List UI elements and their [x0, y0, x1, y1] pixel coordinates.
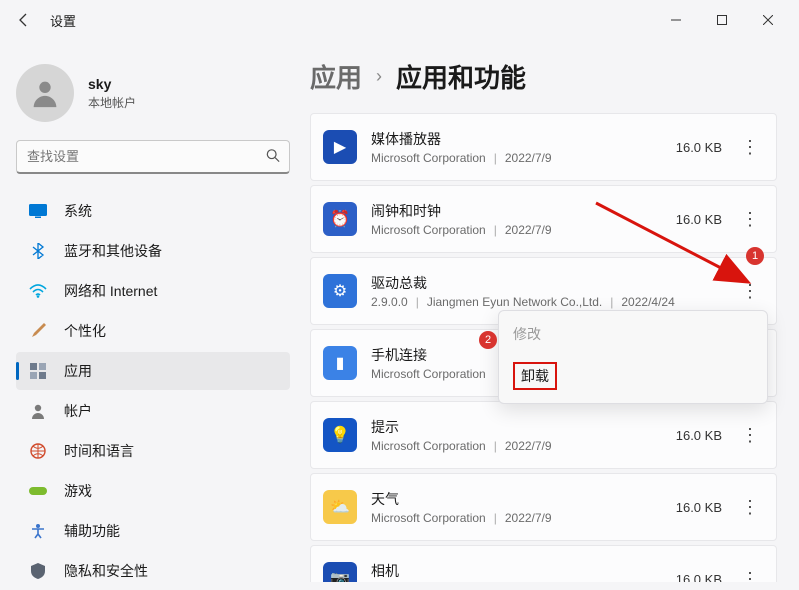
menu-item-uninstall[interactable]: 卸载 [503, 353, 763, 399]
sidebar-item-bluetooth[interactable]: 蓝牙和其他设备 [16, 232, 290, 270]
app-icon: ⛅ [323, 490, 357, 524]
app-icon: ⏰ [323, 202, 357, 236]
sidebar-item-label: 网络和 Internet [64, 281, 157, 301]
sidebar-item-account[interactable]: 帐户 [16, 392, 290, 430]
app-name: 驱动总裁 [371, 273, 722, 293]
sidebar: sky 本地帐户 系统 蓝牙和其他设备 网络和 Internet [0, 40, 300, 582]
sidebar-item-label: 系统 [64, 201, 92, 221]
window-title: 设置 [50, 11, 76, 30]
app-icon: 💡 [323, 418, 357, 452]
app-size: 16.0 KB [676, 500, 722, 515]
app-card[interactable]: ⏰ 闹钟和时钟 Microsoft Corporation|2022/7/9 1… [310, 185, 777, 253]
sidebar-item-apps[interactable]: 应用 [16, 352, 290, 390]
app-meta: Microsoft Corporation|2022/7/9 [371, 439, 676, 453]
search-wrap [16, 140, 290, 174]
more-options-button[interactable]: ⋮ [736, 565, 764, 582]
sidebar-item-label: 应用 [64, 361, 92, 381]
app-size: 16.0 KB [676, 428, 722, 443]
app-card[interactable]: 📷 相机 Microsoft Corporation|2022/7/9 16.0… [310, 545, 777, 582]
app-icon: ▶ [323, 130, 357, 164]
sidebar-item-privacy[interactable]: 隐私和安全性 [16, 552, 290, 590]
uninstall-highlight: 卸载 [513, 362, 557, 390]
system-icon [28, 201, 48, 221]
search-input[interactable] [16, 140, 290, 174]
sidebar-item-time-lang[interactable]: 时间和语言 [16, 432, 290, 470]
sidebar-item-accessibility[interactable]: 辅助功能 [16, 512, 290, 550]
more-options-button[interactable]: ⋮ [736, 493, 764, 521]
chevron-right-icon: › [376, 66, 382, 87]
globe-icon [28, 441, 48, 461]
sidebar-item-gaming[interactable]: 游戏 [16, 472, 290, 510]
app-card[interactable]: ▶ 媒体播放器 Microsoft Corporation|2022/7/9 1… [310, 113, 777, 181]
maximize-button[interactable] [699, 4, 745, 36]
person-icon [28, 401, 48, 421]
shield-icon [28, 561, 48, 581]
app-name: 闹钟和时钟 [371, 201, 676, 221]
app-name: 媒体播放器 [371, 129, 676, 149]
app-icon: ⚙ [323, 274, 357, 308]
wifi-icon [28, 281, 48, 301]
user-name: sky [88, 76, 136, 92]
page-title: 应用和功能 [396, 58, 526, 95]
annotation-badge-2: 2 [479, 331, 497, 349]
nav: 系统 蓝牙和其他设备 网络和 Internet 个性化 应用 帐户 [16, 192, 290, 590]
sidebar-item-personalization[interactable]: 个性化 [16, 312, 290, 350]
app-meta: Microsoft Corporation|2022/7/9 [371, 151, 676, 165]
context-menu: 修改 卸载 [498, 310, 768, 404]
app-meta: 2.9.0.0|Jiangmen Eyun Network Co.,Ltd.|2… [371, 295, 722, 309]
more-options-button[interactable]: ⋮ [736, 133, 764, 161]
sidebar-item-label: 帐户 [64, 401, 92, 421]
window-controls [653, 4, 791, 36]
app-size: 16.0 KB [676, 572, 722, 583]
avatar [16, 64, 74, 122]
sidebar-item-label: 个性化 [64, 321, 106, 341]
sidebar-item-network[interactable]: 网络和 Internet [16, 272, 290, 310]
app-size: 16.0 KB [676, 140, 722, 155]
app-icon: ▮ [323, 346, 357, 380]
more-options-button[interactable]: ⋮ [736, 421, 764, 449]
search-icon [266, 149, 280, 166]
sidebar-item-label: 蓝牙和其他设备 [64, 241, 162, 261]
app-name: 天气 [371, 489, 676, 509]
app-card[interactable]: 💡 提示 Microsoft Corporation|2022/7/9 16.0… [310, 401, 777, 469]
sidebar-item-label: 游戏 [64, 481, 92, 501]
app-size: 16.0 KB [676, 212, 722, 227]
annotation-badge-1: 1 [746, 247, 764, 265]
more-options-button[interactable]: ⋮ [736, 205, 764, 233]
app-meta: Microsoft Corporation|2022/7/9 [371, 511, 676, 525]
profile[interactable]: sky 本地帐户 [16, 58, 290, 140]
app-meta: Microsoft Corporation|2022/7/9 [371, 223, 676, 237]
app-card[interactable]: ⛅ 天气 Microsoft Corporation|2022/7/9 16.0… [310, 473, 777, 541]
sidebar-item-label: 隐私和安全性 [64, 561, 148, 581]
account-type: 本地帐户 [88, 94, 136, 111]
gamepad-icon [28, 481, 48, 501]
breadcrumb-root[interactable]: 应用 [310, 58, 362, 95]
app-icon: 📷 [323, 562, 357, 582]
app-name: 提示 [371, 417, 676, 437]
breadcrumb: 应用 › 应用和功能 [310, 58, 777, 95]
more-options-button[interactable]: ⋮ [736, 277, 764, 305]
titlebar: 设置 [0, 0, 799, 40]
app-name: 相机 [371, 561, 676, 581]
accessibility-icon [28, 521, 48, 541]
apps-icon [28, 361, 48, 381]
menu-item-modify: 修改 [503, 315, 763, 353]
sidebar-item-system[interactable]: 系统 [16, 192, 290, 230]
sidebar-item-label: 时间和语言 [64, 441, 134, 461]
close-button[interactable] [745, 4, 791, 36]
sidebar-item-label: 辅助功能 [64, 521, 120, 541]
minimize-button[interactable] [653, 4, 699, 36]
back-button[interactable] [8, 4, 40, 36]
bluetooth-icon [28, 241, 48, 261]
brush-icon [28, 321, 48, 341]
